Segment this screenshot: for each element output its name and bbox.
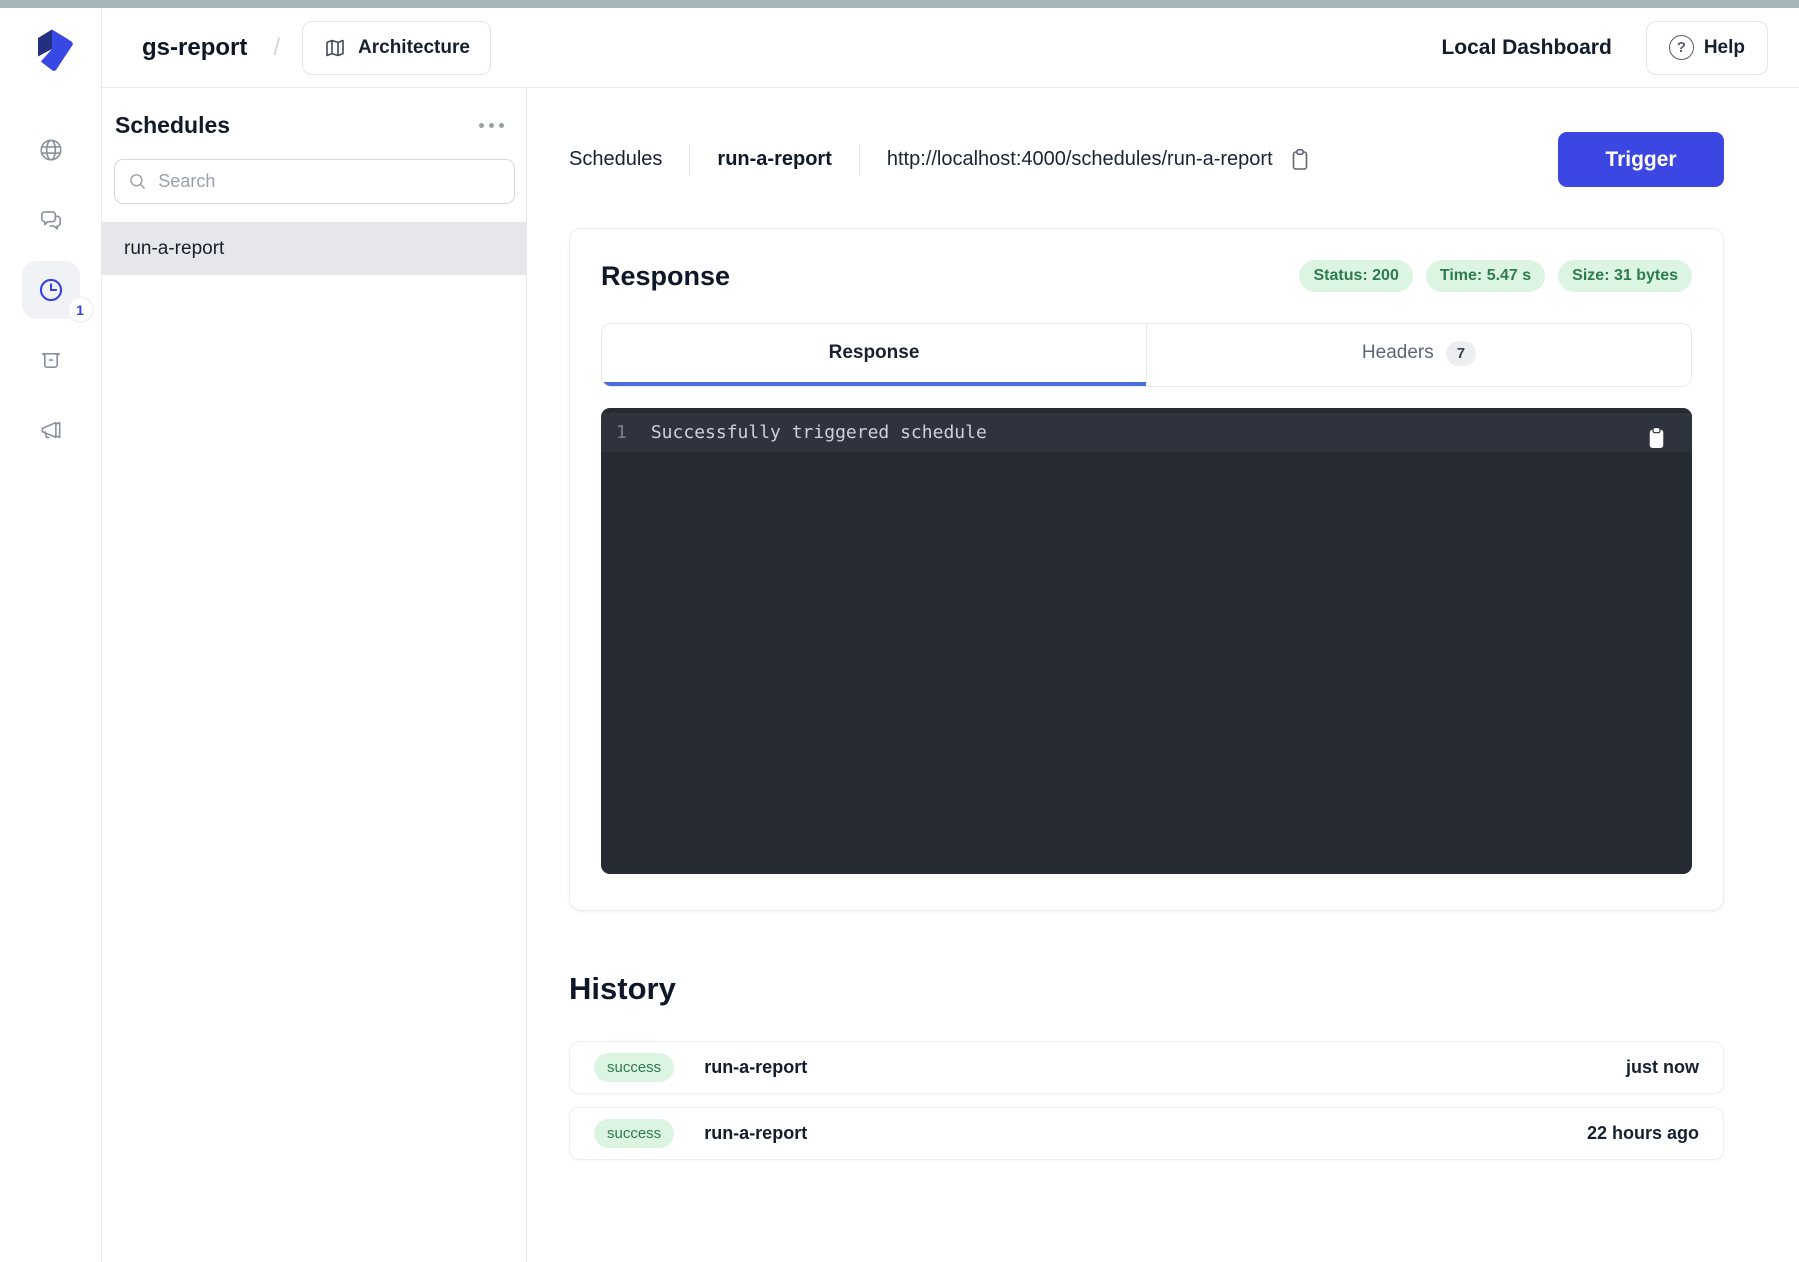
panel-menu-button[interactable] [473, 115, 510, 136]
sidebar-item-buckets[interactable] [29, 338, 73, 382]
response-badges: Status: 200 Time: 5.47 s Size: 31 bytes [1299, 260, 1692, 292]
time-badge: Time: 5.47 s [1426, 260, 1545, 292]
search-icon [128, 171, 147, 192]
clipboard-solid-icon [1644, 425, 1669, 452]
breadcrumb-section: Schedules [569, 148, 662, 171]
top-header: gs-report / Architecture Local Dashboard… [102, 8, 1799, 88]
bucket-icon [38, 347, 64, 373]
app-shell: 1 gs-report / [0, 8, 1799, 1262]
project-name: gs-report [142, 34, 247, 62]
architecture-button[interactable]: Architecture [302, 21, 491, 75]
history-row[interactable]: success run-a-report 22 hours ago [569, 1107, 1724, 1160]
search-input[interactable] [158, 171, 501, 192]
response-title: Response [601, 261, 730, 292]
response-card: Response Status: 200 Time: 5.47 s Size: … [569, 228, 1724, 911]
question-icon: ? [1669, 35, 1694, 60]
line-number: 1 [616, 422, 627, 443]
trigger-button[interactable]: Trigger [1558, 132, 1724, 187]
main-area: Schedules run-a-report http://localhost:… [527, 88, 1799, 1262]
schedules-count-badge: 1 [67, 296, 94, 323]
sidebar-item-announce[interactable] [29, 408, 73, 452]
sidebar-item-schedules[interactable]: 1 [22, 261, 80, 319]
window-title-strip [0, 0, 1799, 8]
history-schedule-name: run-a-report [704, 1057, 807, 1078]
clock-icon [37, 276, 65, 304]
breadcrumb-schedule-name: run-a-report [717, 148, 831, 171]
tab-headers-label: Headers [1362, 342, 1434, 364]
schedule-list-item[interactable]: run-a-report [102, 222, 526, 275]
rail-icon-list: 1 [22, 88, 80, 452]
schedules-list: run-a-report [102, 222, 526, 275]
response-body-text: Successfully triggered schedule [651, 422, 987, 443]
architecture-label: Architecture [358, 37, 470, 59]
wing-logo-icon [27, 25, 75, 71]
sidebar-item-chat[interactable] [29, 198, 73, 242]
copy-response-button[interactable] [1644, 425, 1669, 456]
breadcrumb: Schedules run-a-report http://localhost:… [569, 132, 1724, 187]
globe-icon [38, 137, 64, 163]
chat-icon [38, 207, 64, 233]
status-pill: success [594, 1119, 674, 1148]
clipboard-icon [1288, 147, 1312, 173]
map-icon [323, 36, 347, 60]
icon-rail: 1 [0, 8, 102, 1262]
breadcrumb-separator: / [273, 34, 280, 62]
sidebar-item-globe[interactable] [29, 128, 73, 172]
divider [859, 144, 860, 175]
history-timestamp: 22 hours ago [1587, 1123, 1699, 1144]
response-tabs: Response Headers 7 [601, 323, 1692, 387]
search-box[interactable] [114, 159, 515, 204]
history-schedule-name: run-a-report [704, 1123, 807, 1144]
schedules-panel: Schedules run-a-report [102, 88, 527, 1262]
dashboard-label: Local Dashboard [1441, 36, 1611, 60]
tab-headers[interactable]: Headers 7 [1146, 324, 1691, 386]
headers-count-badge: 7 [1446, 341, 1476, 366]
help-button[interactable]: ? Help [1646, 21, 1768, 75]
megaphone-icon [38, 417, 64, 443]
copy-url-button[interactable] [1288, 147, 1312, 173]
tab-response-label: Response [829, 342, 920, 364]
history-title: History [569, 971, 1724, 1007]
app-logo[interactable] [0, 8, 101, 88]
history-row[interactable]: success run-a-report just now [569, 1041, 1724, 1094]
tab-response[interactable]: Response [602, 324, 1146, 386]
divider [689, 144, 690, 175]
schedule-url: http://localhost:4000/schedules/run-a-re… [887, 148, 1273, 171]
response-body-viewer[interactable]: 1 Successfully triggered schedule [601, 408, 1692, 874]
help-label: Help [1704, 37, 1745, 59]
panel-title: Schedules [115, 112, 230, 139]
size-badge: Size: 31 bytes [1558, 260, 1692, 292]
status-badge: Status: 200 [1299, 260, 1412, 292]
code-line: 1 Successfully triggered schedule [601, 413, 1692, 452]
status-pill: success [594, 1053, 674, 1082]
history-timestamp: just now [1626, 1057, 1699, 1078]
